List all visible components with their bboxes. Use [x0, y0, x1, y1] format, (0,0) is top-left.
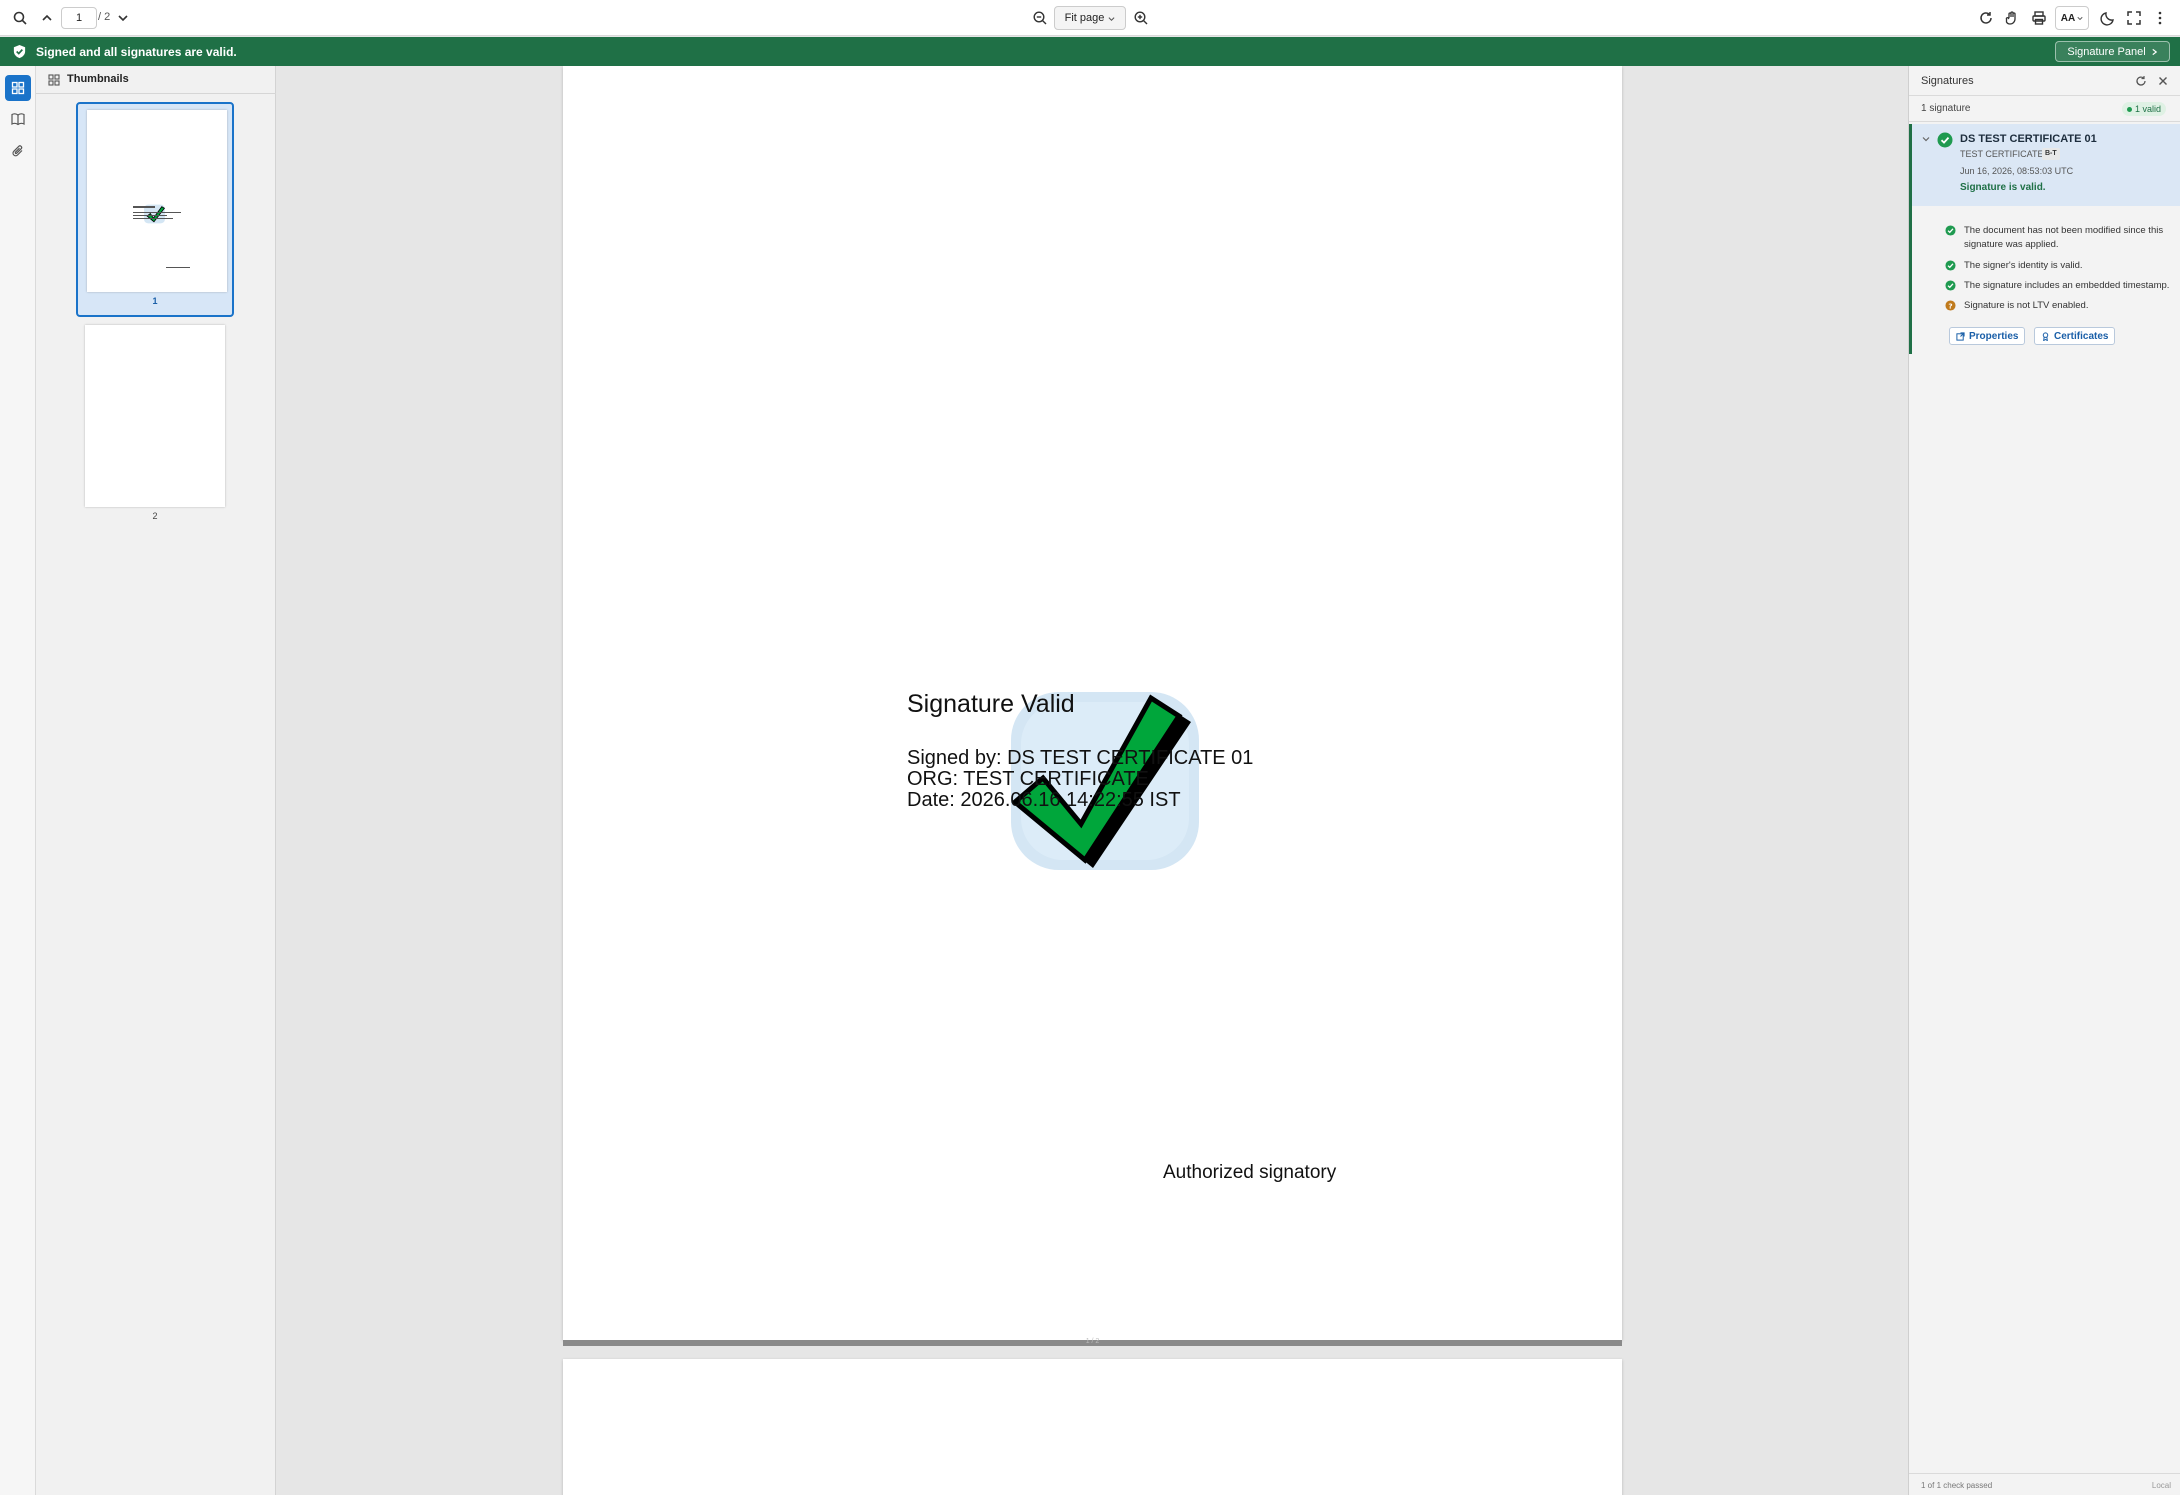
chevron-down-icon [1108, 16, 1115, 21]
signatures-panel-footer: 1 of 1 check passed Local [1909, 1473, 2180, 1495]
signed-by-text: Signed by: DS TEST CERTIFICATE 01 [907, 747, 1254, 769]
certificates-label: Certificates [2054, 330, 2109, 342]
certificates-button[interactable]: Certificates [2034, 327, 2116, 345]
footer-mode: Local [2151, 1481, 2171, 1490]
check-text: The document has not been modified since… [1964, 225, 2164, 250]
thumbnails-panel: Thumbnails 1 2 [36, 66, 276, 1495]
zoom-label: Fit page [1064, 12, 1105, 24]
document-page-1: Signature Valid Signed by: DS TEST CERTI… [563, 66, 1622, 1340]
chevron-down-icon [2077, 16, 2083, 21]
thumbnail-page-1[interactable]: 1 [76, 102, 234, 317]
signature-title: Signature Valid [907, 690, 1075, 718]
signature-level-badge: B-T [2042, 148, 2060, 160]
footer-summary: 1 of 1 check passed [1921, 1481, 1993, 1490]
thumbnail-label: 2 [152, 511, 158, 521]
zoom-in-icon[interactable] [1129, 6, 1153, 30]
signature-timestamp: Jun 16, 2026, 08:53:03 UTC [1960, 166, 2074, 176]
check-ok-icon [1945, 280, 1956, 291]
thumbnails-header: Thumbnails [36, 66, 276, 94]
authorized-signatory-text: Authorized signatory [1163, 1162, 1337, 1183]
valid-count-label: 1 valid [2135, 104, 2162, 114]
dark-mode-icon[interactable] [2096, 6, 2120, 30]
page-indicator: 1 / 2 [1085, 1338, 1100, 1345]
thumb-text-line [133, 215, 167, 216]
certificate-icon [2042, 331, 2049, 341]
thumb-text-line [133, 206, 155, 208]
org-text: ORG: TEST CERTIFICATE [907, 768, 1149, 790]
sidebar-rail [0, 66, 36, 1495]
check-text: Signature is not LTV enabled. [1964, 300, 2089, 311]
grid-icon [48, 74, 60, 86]
document-page-2 [563, 1359, 1622, 1495]
banner-message: Signed and all signatures are valid. [36, 45, 237, 59]
text-size-button[interactable]: AA [2055, 6, 2089, 30]
signatures-panel-title: Signatures [1921, 75, 1974, 87]
text-size-label: AA [2060, 12, 2076, 24]
signature-date-text: Date: 2026.06.16 14:22:55 IST [907, 789, 1181, 811]
signatures-panel-header: Signatures [1909, 66, 2180, 96]
outline-book-icon[interactable] [5, 106, 31, 132]
signer-name: DS TEST CERTIFICATE 01 [1960, 133, 2097, 145]
chevron-down-icon[interactable] [1922, 135, 1930, 143]
check-text: The signer's identity is valid. [1964, 260, 2083, 271]
refresh-icon[interactable] [2133, 73, 2149, 89]
thumb-text-line [166, 267, 190, 268]
thumbnail-preview [87, 110, 227, 292]
signature-count-row: 1 signature 1 valid [1909, 96, 2180, 122]
next-page-icon[interactable] [111, 6, 135, 30]
thumbnails-tab-icon[interactable] [5, 75, 31, 101]
check-text: The signature includes an embedded times… [1964, 280, 2170, 291]
zoom-select[interactable]: Fit page [1054, 6, 1126, 30]
signature-panel-button[interactable]: Signature Panel [2055, 41, 2170, 62]
rotate-icon[interactable] [1974, 6, 1998, 30]
more-options-icon[interactable] [2148, 6, 2172, 30]
zoom-out-icon[interactable] [1028, 6, 1052, 30]
shield-check-icon [13, 44, 26, 59]
hand-tool-icon[interactable] [2000, 6, 2024, 30]
check-ok-icon [1945, 260, 1956, 271]
chevron-right-icon [2152, 48, 2157, 55]
page-number-input[interactable] [61, 7, 97, 29]
document-viewer[interactable]: Signature Valid Signed by: DS TEST CERTI… [276, 66, 1908, 1495]
thumb-text-line [133, 212, 181, 213]
signature-status-banner: Signed and all signatures are valid. Sig… [0, 37, 2180, 66]
signature-status: Signature is valid. [1960, 182, 2046, 193]
properties-button[interactable]: Properties [1949, 327, 2026, 345]
thumbnail-preview [85, 325, 225, 507]
properties-label: Properties [1969, 330, 2019, 342]
signature-panel-label: Signature Panel [2067, 45, 2146, 58]
status-dot-icon [2127, 106, 2132, 112]
fullscreen-icon[interactable] [2122, 6, 2146, 30]
page-separator: 1 / 2 [563, 1338, 1622, 1346]
signature-count: 1 signature [1921, 103, 1971, 114]
signer-org: TEST CERTIFICATE [1960, 149, 2044, 159]
page-total: / 2 [98, 11, 111, 23]
attachments-paperclip-icon[interactable] [5, 138, 31, 164]
svg-text:?: ? [1948, 301, 1952, 310]
thumbnail-label: 1 [152, 296, 158, 306]
check-ok-icon [1945, 225, 1956, 236]
thumb-text-line [133, 218, 173, 219]
valid-count-badge: 1 valid [2122, 102, 2167, 116]
thumbnails-title: Thumbnails [67, 73, 129, 85]
previous-page-icon[interactable] [35, 6, 59, 30]
external-link-icon [1956, 331, 1965, 341]
toolbar: / 2 Fit page AA [0, 0, 2180, 36]
thumbnail-page-2[interactable]: 2 [76, 319, 234, 534]
close-icon[interactable] [2155, 73, 2171, 89]
warning-icon: ? [1945, 300, 1956, 311]
print-icon[interactable] [2027, 6, 2051, 30]
signatures-panel: Signatures 1 signature 1 valid DS TEST C… [1908, 66, 2180, 1495]
search-icon[interactable] [8, 6, 32, 30]
signature-card[interactable]: DS TEST CERTIFICATE 01 TEST CERTIFICATE … [1909, 124, 2180, 206]
valid-check-icon [1937, 132, 1953, 148]
